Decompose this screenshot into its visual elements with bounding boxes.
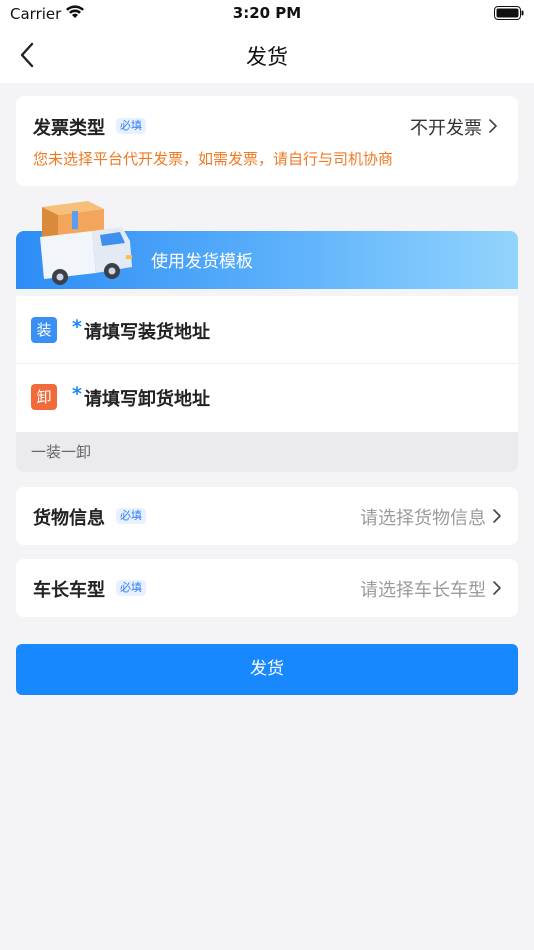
goods-info-placeholder: 请选择货物信息 [360,508,486,529]
chevron-right-icon [493,509,501,523]
required-mark: * [72,383,82,405]
use-template-label: 使用发货模板 [151,252,253,272]
loading-address-row[interactable]: 装 * 请填写装货地址 [16,296,518,364]
status-bar: Carrier 3:20 PM [0,0,534,28]
page-title: 发货 [246,45,288,69]
required-badge: 必填 [116,508,146,524]
submit-shipment-button[interactable]: 发货 [16,644,518,695]
chevron-right-icon [493,581,501,595]
route-summary: 一装一卸 [16,432,518,472]
status-time: 3:20 PM [232,4,302,22]
unloading-address-row[interactable]: 卸 * 请填写卸货地址 [16,364,518,432]
goods-info-row[interactable]: 货物信息 必填 请选择货物信息 [16,487,518,545]
vehicle-type-placeholder: 请选择车长车型 [360,580,486,601]
battery-icon [494,6,524,20]
unloading-address-placeholder: 请填写卸货地址 [84,389,210,410]
required-badge: 必填 [116,580,146,596]
address-card: 装 * 请填写装货地址 卸 * 请填写卸货地址 一装一卸 [16,296,518,472]
navigation-bar: 发货 [0,28,534,83]
loading-tag: 装 [31,317,57,343]
unloading-tag: 卸 [31,384,57,410]
chevron-right-icon [489,119,497,133]
invoice-note: 您未选择平台代开发票，如需发票，请自行与司机协商 [33,150,394,168]
loading-address-placeholder: 请填写装货地址 [84,322,210,343]
goods-info-label: 货物信息 [33,508,105,529]
vehicle-type-label: 车长车型 [33,580,105,601]
required-mark: * [72,316,82,338]
invoice-type-label: 发票类型 [33,118,105,139]
invoice-type-value: 不开发票 [410,118,482,139]
vehicle-type-row[interactable]: 车长车型 必填 请选择车长车型 [16,559,518,617]
truck-with-box-illustration [40,201,132,285]
required-badge: 必填 [116,118,146,134]
invoice-type-row[interactable]: 发票类型 必填 不开发票 您未选择平台代开发票，如需发票，请自行与司机协商 [16,96,518,186]
